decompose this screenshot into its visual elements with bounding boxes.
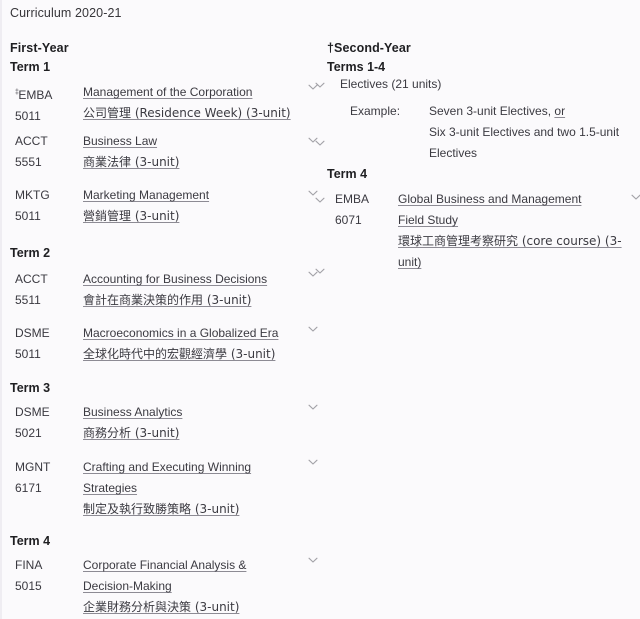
curriculum-page: Curriculum 2020-21 First-Year Term 1 ‡EM… xyxy=(0,0,640,619)
first-year-heading: First-Year xyxy=(10,41,69,55)
example-line-2: Six 3-unit Electives and two 1.5-unit xyxy=(429,125,620,139)
course-code-line2: 5011 xyxy=(15,347,41,361)
course-code: ACCT 5551 xyxy=(15,131,73,173)
course-code-line2: 5015 xyxy=(15,579,42,593)
terms-range-heading: Terms 1-4 xyxy=(327,60,386,74)
chevron-down-icon[interactable] xyxy=(306,455,320,469)
example-lines: Seven 3-unit Electives, or Six 3-unit El… xyxy=(429,101,640,164)
course-code-line1: MKTG xyxy=(15,188,50,202)
course-title-zh[interactable]: 企業財務分析與決策 (3-unit) xyxy=(83,597,315,618)
chevron-down-icon[interactable] xyxy=(313,136,327,150)
example-line-3: Electives xyxy=(429,146,478,160)
course-title-en[interactable]: Business Analytics xyxy=(83,402,315,423)
course-title-zh[interactable]: 公司管理 (Residence Week) (3-unit) xyxy=(83,103,315,124)
course-code-line2: 5511 xyxy=(15,293,41,307)
chevron-down-icon[interactable] xyxy=(306,553,320,567)
course-title-zh[interactable]: 全球化時代中的宏觀經濟學 (3-unit) xyxy=(83,344,315,365)
example-label: Example: xyxy=(350,104,401,118)
example-line-1: Seven 3-unit Electives, or xyxy=(429,101,640,122)
course-title-en-cont[interactable]: Decision-Making xyxy=(83,576,315,597)
course-code-line1: FINA xyxy=(15,558,43,572)
course-title-zh[interactable]: 商業法律 (3-unit) xyxy=(83,152,315,173)
course-code: DSME 5021 xyxy=(15,402,73,444)
second-year-heading: †Second-Year xyxy=(327,41,411,55)
course-code: EMBA 6071 xyxy=(335,189,393,231)
course-code-line1: EMBA xyxy=(18,88,53,102)
course-code: ‡EMBA 5011 xyxy=(15,82,73,127)
course-code-line2: 5021 xyxy=(15,426,42,440)
course-title-en[interactable]: Business Law xyxy=(83,131,315,152)
chevron-down-icon[interactable] xyxy=(313,78,327,92)
course-title-zh[interactable]: 環球工商管理考察研究 (core course) (3- xyxy=(398,231,640,252)
course-title-en[interactable]: Global Business and Management xyxy=(398,189,640,210)
course-title-zh[interactable]: 制定及執行致勝策略 (3-unit) xyxy=(83,499,315,520)
course-code-line2: 6071 xyxy=(335,213,362,227)
chevron-down-icon[interactable] xyxy=(629,190,640,204)
course-code: DSME 5011 xyxy=(15,323,73,365)
page-title: Curriculum 2020-21 xyxy=(10,6,122,20)
chevron-down-icon[interactable] xyxy=(306,322,320,336)
course-code-line1: DSME xyxy=(15,405,50,419)
course-title-zh-cont[interactable]: unit) xyxy=(398,252,640,273)
course-code-line1: EMBA xyxy=(335,192,370,206)
course-code-line2: 5551 xyxy=(15,155,42,169)
course-title-en[interactable]: Macroeconomics in a Globalized Era xyxy=(83,323,315,344)
course-code-line1: MGNT xyxy=(15,460,51,474)
course-title-zh[interactable]: 商務分析 (3-unit) xyxy=(83,423,315,444)
course-titles: Corporate Financial Analysis & Decision-… xyxy=(83,555,315,618)
course-title-en[interactable]: Management of the Corporation xyxy=(83,82,315,103)
course-code-line1: ACCT xyxy=(15,134,48,148)
course-code-line1: ACCT xyxy=(15,272,48,286)
course-title-en[interactable]: Crafting and Executing Winning xyxy=(83,457,315,478)
course-title-en-cont[interactable]: Strategies xyxy=(83,478,315,499)
chevron-down-icon[interactable] xyxy=(306,400,320,414)
course-code: MKTG 5011 xyxy=(15,185,73,227)
left-edge-rule xyxy=(0,0,2,619)
term-heading-1: Term 1 xyxy=(10,60,51,74)
course-titles: Macroeconomics in a Globalized Era 全球化時代… xyxy=(83,323,315,365)
course-titles: Management of the Corporation 公司管理 (Resi… xyxy=(83,82,315,124)
course-titles: Accounting for Business Decisions 會計在商業決… xyxy=(83,269,315,311)
example-line-1-text: Seven 3-unit Electives, or xyxy=(429,104,566,118)
term-heading-3: Term 3 xyxy=(10,381,51,395)
course-title-en-cont[interactable]: Field Study xyxy=(398,210,640,231)
course-code-line2: 6171 xyxy=(15,481,42,495)
course-titles: Global Business and Management Field Stu… xyxy=(398,189,640,273)
course-code: ACCT 5511 xyxy=(15,269,73,311)
course-code-line2: 5011 xyxy=(15,209,41,223)
course-titles: Crafting and Executing Winning Strategie… xyxy=(83,457,315,520)
example-or-link: or xyxy=(554,104,566,118)
course-code: MGNT 6171 xyxy=(15,457,73,499)
chevron-down-icon[interactable] xyxy=(313,193,327,207)
term-heading-4: Term 4 xyxy=(10,534,51,548)
term-heading-4-right: Term 4 xyxy=(327,167,368,181)
course-titles: Business Law 商業法律 (3-unit) xyxy=(83,131,315,173)
course-title-zh[interactable]: 營銷管理 (3-unit) xyxy=(83,206,315,227)
electives-label[interactable]: Electives (21 units) xyxy=(340,74,441,95)
course-title-zh[interactable]: 會計在商業決策的作用 (3-unit) xyxy=(83,290,315,311)
course-titles: Business Analytics 商務分析 (3-unit) xyxy=(83,402,315,444)
course-title-en[interactable]: Marketing Management xyxy=(83,185,315,206)
course-title-en[interactable]: Corporate Financial Analysis & xyxy=(83,555,315,576)
course-title-en[interactable]: Accounting for Business Decisions xyxy=(83,269,315,290)
course-code-line1: DSME xyxy=(15,326,50,340)
course-code-line2: 5011 xyxy=(15,109,41,123)
course-code: FINA 5015 xyxy=(15,555,73,597)
term-heading-2: Term 2 xyxy=(10,246,51,260)
chevron-down-icon[interactable] xyxy=(313,264,327,278)
course-titles: Marketing Management 營銷管理 (3-unit) xyxy=(83,185,315,227)
